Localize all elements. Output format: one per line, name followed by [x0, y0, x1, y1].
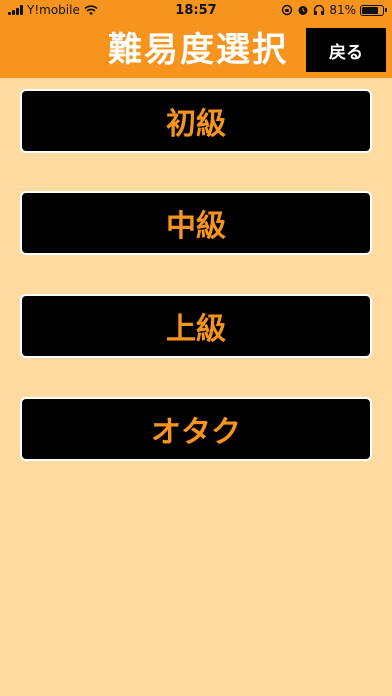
- level-otaku-button[interactable]: オタク: [20, 397, 372, 461]
- level-advanced-button[interactable]: 上級: [20, 294, 372, 358]
- battery-percent: 81%: [329, 3, 356, 17]
- page-title: 難易度選択: [108, 30, 288, 70]
- level-beginner-button[interactable]: 初級: [20, 89, 372, 153]
- status-bar: Y!mobile 18:57 81%: [0, 0, 392, 22]
- level-intermediate-button[interactable]: 中級: [20, 191, 372, 255]
- title-bar: 難易度選択 戻る: [0, 22, 392, 78]
- alarm-icon: [298, 6, 308, 15]
- back-button[interactable]: 戻る: [306, 28, 386, 72]
- battery-icon: [360, 4, 387, 16]
- headphones-icon: [314, 4, 325, 15]
- status-right: 81%: [281, 3, 387, 17]
- orientation-lock-icon: [282, 4, 293, 16]
